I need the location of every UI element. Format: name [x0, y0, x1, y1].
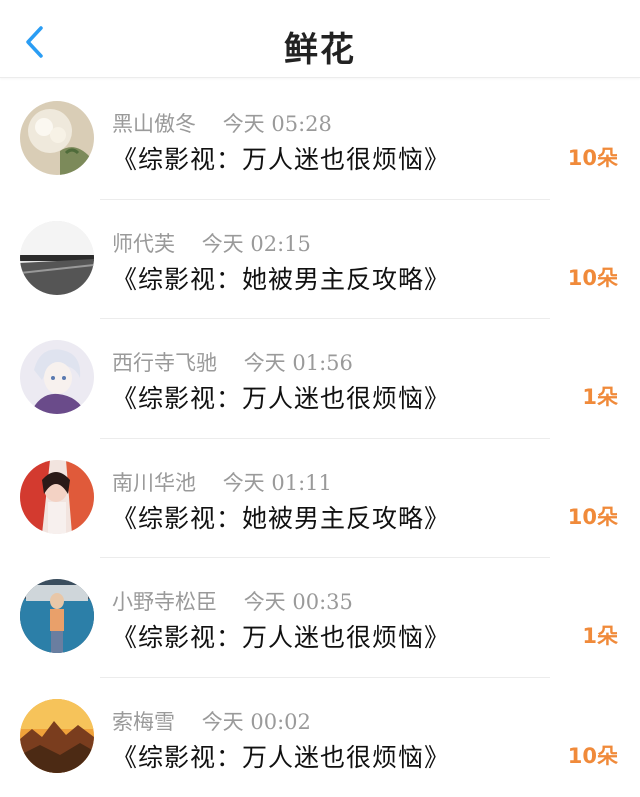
- avatar[interactable]: [20, 340, 94, 414]
- timestamp: 今天 01:11: [223, 471, 332, 495]
- list-item[interactable]: 南川华池 今天 01:11 《综影视：她被男主反攻略》 10朵: [0, 439, 640, 559]
- book-title[interactable]: 《综影视：万人迷也很烦恼》: [112, 618, 450, 654]
- avatar[interactable]: [20, 221, 94, 295]
- flower-record-list: 黑山傲冬 今天 05:28 《综影视：万人迷也很烦恼》 10朵 师代芙 今天 0…: [0, 80, 640, 797]
- book-title[interactable]: 《综影视：她被男主反攻略》: [112, 499, 450, 535]
- book-title[interactable]: 《综影视：万人迷也很烦恼》: [112, 738, 450, 774]
- flower-count: 10朵: [568, 740, 618, 770]
- timestamp: 今天 00:02: [202, 710, 311, 734]
- flower-count: 10朵: [568, 142, 618, 172]
- user-name[interactable]: 师代芙: [112, 232, 175, 256]
- timestamp: 今天 01:56: [244, 351, 353, 375]
- avatar[interactable]: [20, 579, 94, 653]
- flower-count: 1朵: [582, 620, 618, 650]
- user-name[interactable]: 小野寺松臣: [112, 590, 217, 614]
- flower-count: 10朵: [568, 262, 618, 292]
- timestamp: 今天 02:15: [202, 232, 311, 256]
- avatar[interactable]: [20, 699, 94, 773]
- avatar[interactable]: [20, 460, 94, 534]
- book-title[interactable]: 《综影视：万人迷也很烦恼》: [112, 140, 450, 176]
- list-item[interactable]: 师代芙 今天 02:15 《综影视：她被男主反攻略》 10朵: [0, 200, 640, 320]
- user-name[interactable]: 南川华池: [112, 471, 196, 495]
- list-item[interactable]: 西行寺飞驰 今天 01:56 《综影视：万人迷也很烦恼》 1朵: [0, 319, 640, 439]
- user-name[interactable]: 黑山傲冬: [112, 112, 196, 136]
- top-bar: 鲜花: [0, 0, 640, 78]
- list-item[interactable]: 黑山傲冬 今天 05:28 《综影视：万人迷也很烦恼》 10朵: [0, 80, 640, 200]
- book-title[interactable]: 《综影视：她被男主反攻略》: [112, 260, 450, 296]
- timestamp: 今天 05:28: [223, 112, 332, 136]
- list-item[interactable]: 小野寺松臣 今天 00:35 《综影视：万人迷也很烦恼》 1朵: [0, 558, 640, 678]
- flower-count: 10朵: [568, 501, 618, 531]
- list-item[interactable]: 索梅雪 今天 00:02 《综影视：万人迷也很烦恼》 10朵: [0, 678, 640, 797]
- user-name[interactable]: 西行寺飞驰: [112, 351, 217, 375]
- book-title[interactable]: 《综影视：万人迷也很烦恼》: [112, 379, 450, 415]
- page-title: 鲜花: [0, 22, 640, 71]
- timestamp: 今天 00:35: [244, 590, 353, 614]
- flower-count: 1朵: [582, 381, 618, 411]
- avatar[interactable]: [20, 101, 94, 175]
- user-name[interactable]: 索梅雪: [112, 710, 175, 734]
